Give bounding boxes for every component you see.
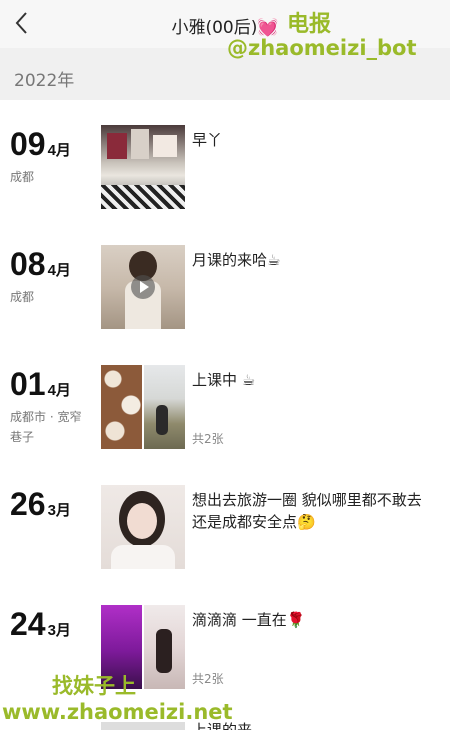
post-day: 24 bbox=[10, 606, 46, 642]
year-label: 2022年 bbox=[14, 71, 75, 91]
photo-landscape bbox=[144, 365, 185, 449]
post-date: 24 3月 bbox=[10, 605, 71, 650]
post-month: 4月 bbox=[47, 142, 71, 159]
post-date: 08 4月 bbox=[10, 245, 71, 290]
post-text: 滴滴滴 一直在🌹 bbox=[192, 611, 306, 629]
post-date: 01 4月 bbox=[10, 365, 71, 410]
photo-food bbox=[101, 365, 142, 449]
post-item[interactable]: 08 4月 成都 月课的来哈☕ bbox=[0, 245, 450, 355]
post-day: 01 bbox=[10, 366, 46, 402]
post-day: 08 bbox=[10, 246, 46, 282]
heart-icon: 💓 bbox=[257, 18, 279, 38]
photo-count: 共2张 bbox=[192, 672, 224, 686]
post-month: 3月 bbox=[47, 502, 71, 519]
photo-count: 共2张 bbox=[192, 432, 224, 446]
post-item[interactable]: 09 4月 成都 早丫 bbox=[0, 125, 450, 235]
post-item[interactable]: 26 3月 想出去旅游一圈 貌似哪里都不敢去 还是成都安全点🤔 bbox=[0, 485, 450, 595]
watermark-bottom-line2: www.zhaomeizi.net bbox=[2, 700, 233, 724]
post-month: 4月 bbox=[47, 382, 71, 399]
post-day: 26 bbox=[10, 486, 46, 522]
post-day: 09 bbox=[10, 126, 46, 162]
title-text: 小雅(00后) bbox=[171, 18, 258, 38]
post-month: 4月 bbox=[47, 262, 71, 279]
post-text: 月课的来哈☕ bbox=[192, 251, 281, 269]
post-item[interactable]: 01 4月 成都市 · 宽窄巷子 上课中 ☕ 共2张 bbox=[0, 365, 450, 475]
post-text: 想出去旅游一圈 貌似哪里都不敢去 还是成都安全点🤔 bbox=[192, 491, 422, 531]
post-month: 3月 bbox=[47, 622, 71, 639]
photo-mirror bbox=[144, 605, 185, 689]
post-text: 上课中 ☕ bbox=[192, 371, 256, 389]
watermark-bottom-line1: 找妹子上 bbox=[52, 674, 136, 698]
post-location: 成都 bbox=[10, 290, 35, 304]
post-text: 早丫 bbox=[192, 131, 223, 149]
watermark-top-line1: 电报 bbox=[287, 12, 332, 37]
post-video-thumbnail[interactable] bbox=[101, 245, 185, 329]
watermark-top-line2: @zhaomeizi_bot bbox=[227, 36, 417, 60]
post-thumbnail[interactable] bbox=[101, 365, 185, 449]
post-location: 成都市 · 宽窄巷子 bbox=[10, 410, 82, 444]
play-icon[interactable] bbox=[131, 275, 155, 299]
post-date: 26 3月 bbox=[10, 485, 71, 530]
post-thumbnail[interactable] bbox=[101, 485, 185, 569]
post-thumbnail[interactable] bbox=[101, 125, 185, 209]
post-location: 成都 bbox=[10, 170, 35, 184]
post-date: 09 4月 bbox=[10, 125, 71, 170]
page-title: 小雅(00后)💓 bbox=[0, 13, 450, 38]
